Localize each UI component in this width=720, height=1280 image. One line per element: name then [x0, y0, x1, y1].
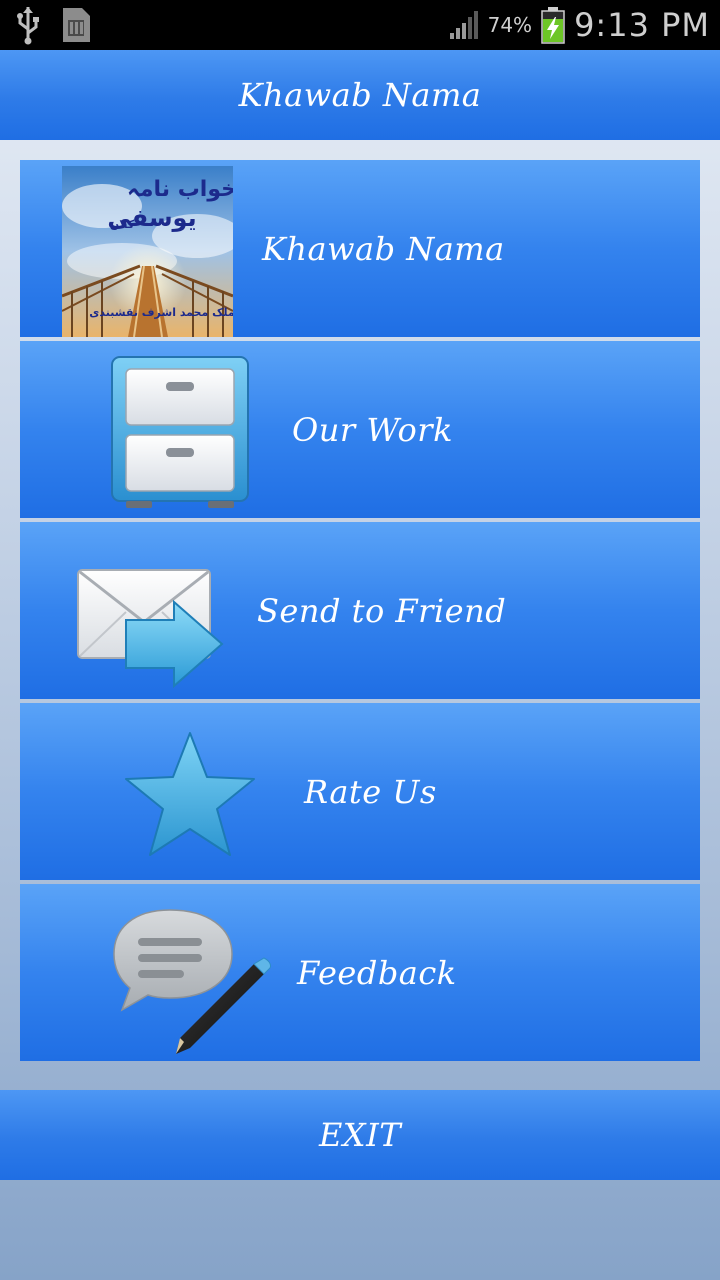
battery-charging-icon	[541, 7, 565, 44]
menu-item-feedback[interactable]: Feedback	[20, 884, 700, 1061]
menu-item-label: Our Work	[292, 410, 453, 449]
sd-card-icon	[63, 8, 90, 42]
exit-label: EXIT	[318, 1116, 402, 1154]
app-title-bar: Khawab Nama	[0, 50, 720, 140]
menu-item-label: Feedback	[297, 953, 457, 992]
book-cover-icon: خواب نامہ یوسفی کلاں ملک محمد اشرف نقشبن…	[61, 166, 242, 338]
mail-forward-icon	[76, 566, 226, 690]
menu-item-khawab-nama[interactable]: خواب نامہ یوسفی کلاں ملک محمد اشرف نقشبن…	[20, 160, 700, 338]
menu-item-label: Khawab Nama	[262, 229, 505, 268]
clock: 9:13 PM	[574, 6, 710, 44]
status-right-icons: 74% 9:13 PM	[448, 6, 710, 44]
file-cabinet-icon	[110, 355, 250, 510]
main-menu: خواب نامہ یوسفی کلاں ملک محمد اشرف نقشبن…	[20, 160, 700, 1061]
feedback-icon	[112, 908, 272, 1058]
status-bar: 74% 9:13 PM	[0, 0, 720, 50]
menu-item-label: Send to Friend	[257, 591, 507, 630]
usb-icon	[17, 7, 39, 45]
menu-item-rate-us[interactable]: Rate Us	[20, 703, 700, 880]
cover-sub-subtitle: کلاں	[110, 218, 135, 231]
battery-percent: 74%	[487, 13, 533, 37]
menu-item-label: Rate Us	[304, 772, 437, 811]
cover-title: خواب نامہ	[127, 177, 233, 202]
app-title: Khawab Nama	[238, 76, 482, 114]
cover-author: ملک محمد اشرف نقشبندی	[89, 306, 233, 319]
signal-icon	[449, 11, 478, 39]
star-icon	[122, 729, 258, 861]
menu-item-send-to-friend[interactable]: Send to Friend	[20, 522, 700, 699]
exit-button[interactable]: EXIT	[0, 1090, 720, 1180]
menu-item-our-work[interactable]: Our Work	[20, 341, 700, 518]
status-left-icons	[14, 5, 92, 45]
